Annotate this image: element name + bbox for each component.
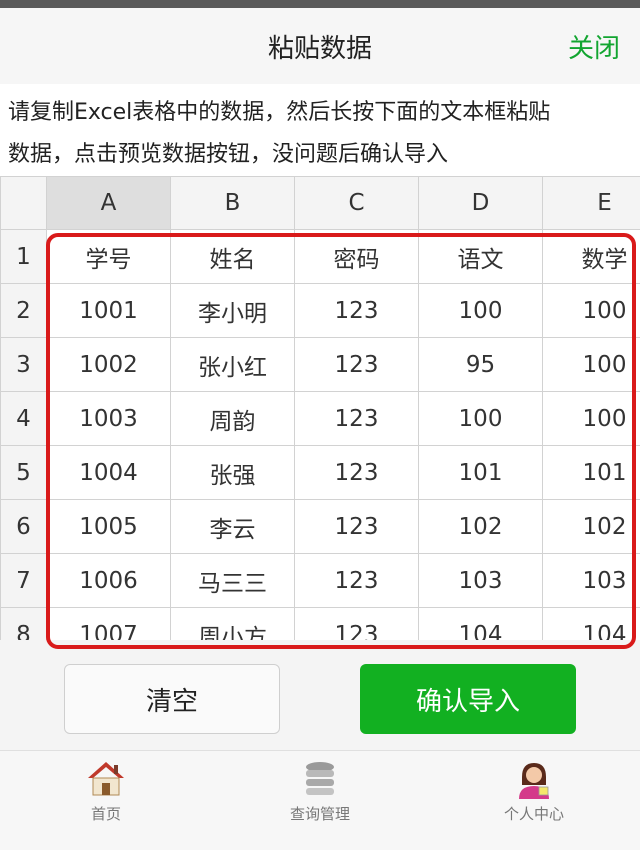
table-cell[interactable]: 104 <box>543 608 640 641</box>
table-row: 8 1007 周小方 123 104 104 <box>1 608 640 641</box>
table-cell[interactable]: 1003 <box>47 392 171 446</box>
table-cell[interactable]: 姓名 <box>171 230 295 284</box>
row-header[interactable]: 6 <box>1 500 47 554</box>
close-button[interactable]: 关闭 <box>568 28 620 65</box>
table-cell[interactable]: 密码 <box>295 230 419 284</box>
row-header[interactable]: 8 <box>1 608 47 641</box>
row-header[interactable]: 2 <box>1 284 47 338</box>
table-cell[interactable]: 100 <box>419 284 543 338</box>
tab-personal-center[interactable]: 个人中心 <box>454 759 614 824</box>
table-cell[interactable]: 李小明 <box>171 284 295 338</box>
table-cell[interactable]: 100 <box>419 392 543 446</box>
tab-home-label: 首页 <box>26 803 186 824</box>
table-cell[interactable]: 1001 <box>47 284 171 338</box>
table-row: 1 学号 姓名 密码 语文 数学 <box>1 230 640 284</box>
table-cell[interactable]: 123 <box>295 500 419 554</box>
column-header-a[interactable]: A <box>47 177 171 230</box>
table-cell[interactable]: 103 <box>543 554 640 608</box>
table-cell[interactable]: 马三三 <box>171 554 295 608</box>
clear-button[interactable]: 清空 <box>64 664 280 734</box>
table-cell[interactable]: 102 <box>543 500 640 554</box>
table-cell[interactable]: 123 <box>295 392 419 446</box>
table-row: 7 1006 马三三 123 103 103 <box>1 554 640 608</box>
table-cell[interactable]: 123 <box>295 446 419 500</box>
table-cell[interactable]: 101 <box>419 446 543 500</box>
confirm-import-button[interactable]: 确认导入 <box>360 664 576 734</box>
column-header-e[interactable]: E <box>543 177 640 230</box>
table-cell[interactable]: 100 <box>543 392 640 446</box>
table-cell[interactable]: 123 <box>295 608 419 641</box>
table-cell[interactable]: 100 <box>543 338 640 392</box>
instruction-line-1: 请复制Excel表格中的数据，然后长按下面的文本框粘贴 <box>8 92 632 134</box>
table-cell[interactable]: 周小方 <box>171 608 295 641</box>
spreadsheet-table: A B C D E 1 学号 姓名 密码 语文 数学 2 1001 李小明 12… <box>0 176 640 640</box>
database-icon <box>300 759 340 799</box>
table-cell[interactable]: 语文 <box>419 230 543 284</box>
column-header-d[interactable]: D <box>419 177 543 230</box>
table-cell[interactable]: 104 <box>419 608 543 641</box>
column-header-c[interactable]: C <box>295 177 419 230</box>
page-title: 粘贴数据 <box>0 28 640 65</box>
table-cell[interactable]: 1004 <box>47 446 171 500</box>
tab-query-management[interactable]: 查询管理 <box>240 759 400 824</box>
table-cell[interactable]: 张小红 <box>171 338 295 392</box>
table-cell[interactable]: 95 <box>419 338 543 392</box>
table-row: 5 1004 张强 123 101 101 <box>1 446 640 500</box>
bottom-tab-bar: 首页 查询管理 个人中心 <box>0 750 640 850</box>
row-header[interactable]: 5 <box>1 446 47 500</box>
instruction-line-2: 数据，点击预览数据按钮，没问题后确认导入 <box>8 134 632 176</box>
instruction-text: 请复制Excel表格中的数据，然后长按下面的文本框粘贴 数据，点击预览数据按钮，… <box>0 84 640 176</box>
spreadsheet-paste-area[interactable]: A B C D E 1 学号 姓名 密码 语文 数学 2 1001 李小明 12… <box>0 176 640 640</box>
tab-home[interactable]: 首页 <box>26 759 186 824</box>
table-cell[interactable]: 123 <box>295 554 419 608</box>
table-cell[interactable]: 100 <box>543 284 640 338</box>
table-cell[interactable]: 张强 <box>171 446 295 500</box>
table-cell[interactable]: 1006 <box>47 554 171 608</box>
tab-user-label: 个人中心 <box>454 803 614 824</box>
row-header[interactable]: 7 <box>1 554 47 608</box>
table-cell[interactable]: 李云 <box>171 500 295 554</box>
table-cell[interactable]: 1005 <box>47 500 171 554</box>
row-header[interactable]: 4 <box>1 392 47 446</box>
person-icon <box>514 759 554 799</box>
table-cell[interactable]: 1007 <box>47 608 171 641</box>
table-cell[interactable]: 数学 <box>543 230 640 284</box>
column-header-b[interactable]: B <box>171 177 295 230</box>
row-header[interactable]: 1 <box>1 230 47 284</box>
table-row: 3 1002 张小红 123 95 100 <box>1 338 640 392</box>
nav-header: 粘贴数据 关闭 <box>0 8 640 84</box>
column-header-row: A B C D E <box>1 177 640 230</box>
table-row: 4 1003 周韵 123 100 100 <box>1 392 640 446</box>
corner-cell <box>1 177 47 230</box>
house-icon <box>86 759 126 799</box>
table-row: 6 1005 李云 123 102 102 <box>1 500 640 554</box>
action-bar: 清空 确认导入 <box>0 650 640 748</box>
table-cell[interactable]: 103 <box>419 554 543 608</box>
table-cell[interactable]: 102 <box>419 500 543 554</box>
table-row: 2 1001 李小明 123 100 100 <box>1 284 640 338</box>
table-cell[interactable]: 101 <box>543 446 640 500</box>
table-cell[interactable]: 学号 <box>47 230 171 284</box>
status-bar-strip <box>0 0 640 8</box>
table-cell[interactable]: 周韵 <box>171 392 295 446</box>
table-cell[interactable]: 123 <box>295 338 419 392</box>
tab-query-label: 查询管理 <box>240 803 400 824</box>
table-cell[interactable]: 1002 <box>47 338 171 392</box>
row-header[interactable]: 3 <box>1 338 47 392</box>
table-cell[interactable]: 123 <box>295 284 419 338</box>
